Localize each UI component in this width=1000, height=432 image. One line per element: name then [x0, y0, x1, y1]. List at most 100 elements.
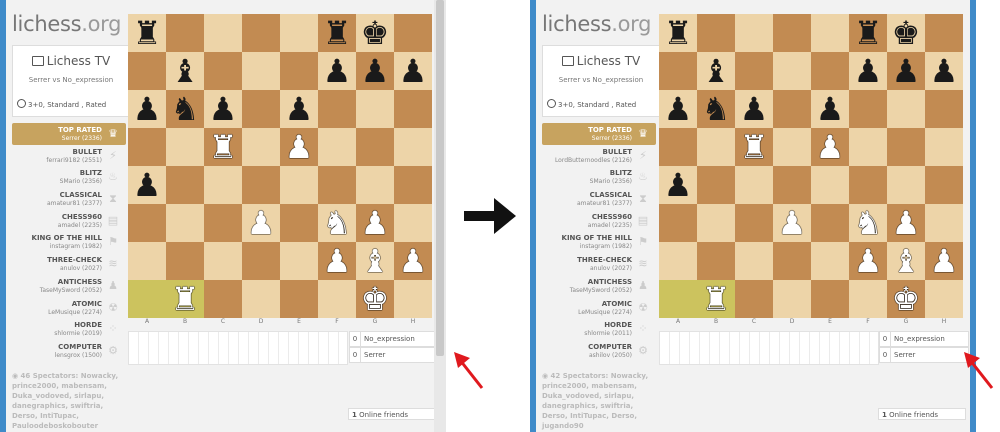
tv-channel-top-rated[interactable]: TOP RATED Serrer (2336) ♛ [542, 123, 656, 145]
square-d2[interactable] [773, 242, 811, 280]
white-pawn-piece[interactable]: ♟ [930, 245, 959, 277]
square-a6[interactable]: ♟ [659, 90, 697, 128]
square-e4[interactable] [280, 166, 318, 204]
black-pawn-piece[interactable]: ♟ [361, 55, 390, 87]
square-b5[interactable] [166, 128, 204, 166]
square-f4[interactable] [318, 166, 356, 204]
white-pawn-piece[interactable]: ♟ [285, 131, 314, 163]
tv-channel-bullet[interactable]: BULLET ferrari9182 (2551) ⚡ [12, 145, 126, 167]
tv-channel-top-rated[interactable]: TOP RATED Serrer (2336) ♛ [12, 123, 126, 145]
scrollbar-thumb[interactable] [436, 0, 444, 356]
square-f7[interactable]: ♟ [318, 52, 356, 90]
square-g1[interactable]: ♚ [356, 280, 394, 318]
tv-channel-chess960[interactable]: CHESS960 amadel (2235) ▤ [12, 210, 126, 232]
square-g4[interactable] [887, 166, 925, 204]
black-rook-piece[interactable]: ♜ [854, 17, 883, 49]
square-c8[interactable] [735, 14, 773, 52]
square-g2[interactable]: ♝ [887, 242, 925, 280]
white-rook-piece[interactable]: ♜ [171, 283, 200, 315]
square-b8[interactable] [166, 14, 204, 52]
square-d2[interactable] [242, 242, 280, 280]
online-friends-toggle[interactable]: 1 Online friends [878, 408, 966, 420]
square-f1[interactable] [318, 280, 356, 318]
square-e2[interactable] [811, 242, 849, 280]
white-pawn-piece[interactable]: ♟ [323, 245, 352, 277]
square-d1[interactable] [773, 280, 811, 318]
square-b7[interactable]: ♝ [697, 52, 735, 90]
square-f2[interactable]: ♟ [849, 242, 887, 280]
square-g8[interactable]: ♚ [887, 14, 925, 52]
square-e6[interactable]: ♟ [811, 90, 849, 128]
black-king-piece[interactable]: ♚ [361, 17, 390, 49]
player-row-white[interactable]: 0 Serrer [349, 347, 439, 363]
square-f8[interactable]: ♜ [849, 14, 887, 52]
white-bishop-piece[interactable]: ♝ [361, 245, 390, 277]
square-h2[interactable]: ♟ [394, 242, 432, 280]
black-pawn-piece[interactable]: ♟ [740, 93, 769, 125]
square-g2[interactable]: ♝ [356, 242, 394, 280]
tv-channel-king-of-the-hill[interactable]: KING OF THE HILL instagram (1982) ⚑ [12, 231, 126, 253]
black-rook-piece[interactable]: ♜ [664, 17, 693, 49]
black-bishop-piece[interactable]: ♝ [702, 55, 731, 87]
square-e8[interactable] [280, 14, 318, 52]
square-a3[interactable] [128, 204, 166, 242]
white-pawn-piece[interactable]: ♟ [247, 207, 276, 239]
square-f3[interactable]: ♞ [318, 204, 356, 242]
square-c1[interactable] [204, 280, 242, 318]
white-pawn-piece[interactable]: ♟ [854, 245, 883, 277]
square-b5[interactable] [697, 128, 735, 166]
square-h3[interactable] [925, 204, 963, 242]
square-b2[interactable] [697, 242, 735, 280]
square-h5[interactable] [925, 128, 963, 166]
square-a5[interactable] [659, 128, 697, 166]
black-king-piece[interactable]: ♚ [892, 17, 921, 49]
square-e3[interactable] [811, 204, 849, 242]
square-c4[interactable] [735, 166, 773, 204]
square-f5[interactable] [849, 128, 887, 166]
square-g6[interactable] [887, 90, 925, 128]
square-g7[interactable]: ♟ [887, 52, 925, 90]
square-f2[interactable]: ♟ [318, 242, 356, 280]
black-pawn-piece[interactable]: ♟ [285, 93, 314, 125]
square-e5[interactable]: ♟ [280, 128, 318, 166]
white-king-piece[interactable]: ♚ [361, 283, 390, 315]
black-pawn-piece[interactable]: ♟ [930, 55, 959, 87]
square-d7[interactable] [242, 52, 280, 90]
black-pawn-piece[interactable]: ♟ [854, 55, 883, 87]
black-pawn-piece[interactable]: ♟ [209, 93, 238, 125]
square-g3[interactable]: ♟ [887, 204, 925, 242]
tv-channel-computer[interactable]: COMPUTER ashilov (2050) ⚙ [542, 340, 656, 362]
square-a8[interactable]: ♜ [659, 14, 697, 52]
chess-board[interactable]: ♜ ♜ ♚ ♝ ♟ ♟ ♟ ♟ ♞ ♟ ♟ ♜ ♟ ♟ ♟ ♞ ♟ ♟ ♝ ♟ ♜ ♚ [128, 14, 432, 318]
square-d7[interactable] [773, 52, 811, 90]
square-e8[interactable] [811, 14, 849, 52]
square-c3[interactable] [735, 204, 773, 242]
tv-channel-three-check[interactable]: THREE-CHECK anulov (2027) ≋ [12, 253, 126, 275]
square-g4[interactable] [356, 166, 394, 204]
square-e5[interactable]: ♟ [811, 128, 849, 166]
tv-channel-bullet[interactable]: BULLET LordButternoodles (2126) ⚡ [542, 145, 656, 167]
square-c2[interactable] [735, 242, 773, 280]
white-rook-piece[interactable]: ♜ [740, 131, 769, 163]
square-c8[interactable] [204, 14, 242, 52]
square-b6[interactable]: ♞ [166, 90, 204, 128]
white-pawn-piece[interactable]: ♟ [778, 207, 807, 239]
square-e2[interactable] [280, 242, 318, 280]
square-e7[interactable] [280, 52, 318, 90]
white-rook-piece[interactable]: ♜ [702, 283, 731, 315]
square-c6[interactable]: ♟ [735, 90, 773, 128]
square-h6[interactable] [394, 90, 432, 128]
square-c5[interactable]: ♜ [735, 128, 773, 166]
square-b7[interactable]: ♝ [166, 52, 204, 90]
black-pawn-piece[interactable]: ♟ [816, 93, 845, 125]
square-d4[interactable] [242, 166, 280, 204]
square-e6[interactable]: ♟ [280, 90, 318, 128]
black-pawn-piece[interactable]: ♟ [399, 55, 428, 87]
tv-channel-antichess[interactable]: ANTICHESS TaseMySword (2052) ♟ [12, 275, 126, 297]
tv-channel-antichess[interactable]: ANTICHESS TaseMySword (2052) ♟ [542, 275, 656, 297]
square-c4[interactable] [204, 166, 242, 204]
tv-channel-atomic[interactable]: ATOMIC LeMusique (2274) ☢ [12, 297, 126, 319]
tv-channel-king-of-the-hill[interactable]: KING OF THE HILL instagram (1982) ⚑ [542, 231, 656, 253]
player-name[interactable]: No_expression [364, 332, 415, 346]
lichess-tv-box[interactable]: Lichess TV Serrer vs No_expression 3+0, … [12, 45, 130, 117]
